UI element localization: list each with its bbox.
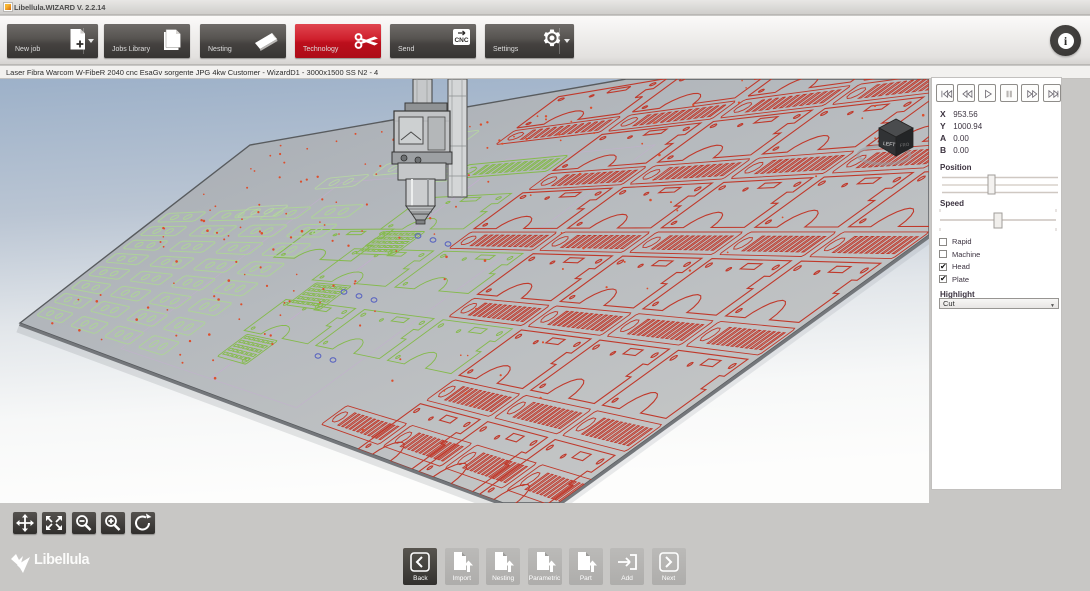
svg-text:LEFT: LEFT (883, 141, 896, 148)
